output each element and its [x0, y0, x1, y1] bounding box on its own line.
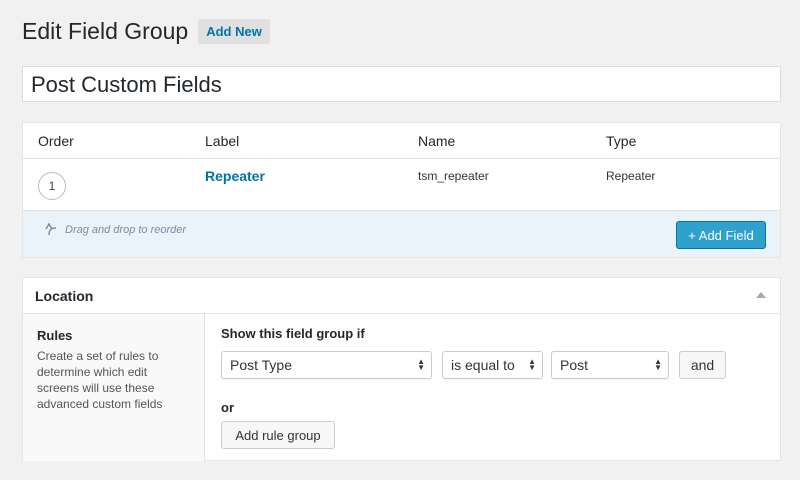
rules-description: Create a set of rules to determine which…	[37, 349, 163, 411]
field-name: tsm_repeater	[418, 169, 489, 183]
fields-panel: Order Label Name Type 1 Repeater tsm_rep…	[22, 122, 781, 258]
add-field-button[interactable]: + Add Field	[676, 221, 766, 249]
add-rule-group-button[interactable]: Add rule group	[221, 421, 335, 449]
table-row[interactable]: 1 Repeater tsm_repeater Repeater	[23, 159, 780, 211]
column-order: Order	[38, 133, 74, 149]
drag-hint-text: Drag and drop to reorder	[65, 224, 187, 236]
page-header: Edit Field Group Add New	[22, 18, 270, 45]
rules-title: Rules	[37, 328, 73, 343]
order-handle[interactable]: 1	[38, 172, 66, 200]
page-title: Edit Field Group	[22, 18, 189, 44]
show-if-label: Show this field group if	[221, 326, 365, 341]
column-type: Type	[606, 133, 637, 149]
select-arrows-icon: ▲ ▼	[654, 357, 662, 372]
rule-value-value: Post	[560, 357, 589, 373]
column-name: Name	[418, 133, 456, 149]
collapse-arrow-icon[interactable]	[756, 292, 766, 298]
rules-editor: Show this field group if Post Type ▲ ▼ is…	[221, 314, 780, 461]
add-new-button[interactable]: Add New	[198, 19, 270, 44]
rule-param-value: Post Type	[230, 357, 293, 373]
location-panel: Location Rules Create a set of rules to …	[22, 277, 781, 461]
rule-operator-select[interactable]: is equal to ▲ ▼	[442, 351, 543, 379]
field-group-title-input[interactable]: Post Custom Fields	[22, 66, 781, 102]
rule-value-select[interactable]: Post ▲ ▼	[551, 351, 669, 379]
fields-footer: Drag and drop to reorder + Add Field	[23, 211, 780, 257]
location-title: Location	[35, 288, 94, 304]
select-arrows-icon: ▲ ▼	[417, 357, 425, 372]
field-type: Repeater	[606, 169, 656, 183]
rule-operator-value: is equal to	[451, 357, 515, 373]
rules-sidebar: Rules Create a set of rules to determine…	[23, 314, 205, 461]
select-arrows-icon: ▲ ▼	[528, 357, 536, 372]
curved-arrow-up-icon	[45, 223, 57, 236]
field-label-link[interactable]: Repeater	[205, 168, 265, 184]
rule-param-select[interactable]: Post Type ▲ ▼	[221, 351, 432, 379]
fields-table-header: Order Label Name Type	[23, 123, 780, 159]
location-header[interactable]: Location	[23, 278, 780, 314]
drag-hint: Drag and drop to reorder	[45, 223, 186, 237]
column-label: Label	[205, 133, 240, 149]
or-label: or	[221, 400, 234, 415]
and-button[interactable]: and	[679, 351, 726, 379]
